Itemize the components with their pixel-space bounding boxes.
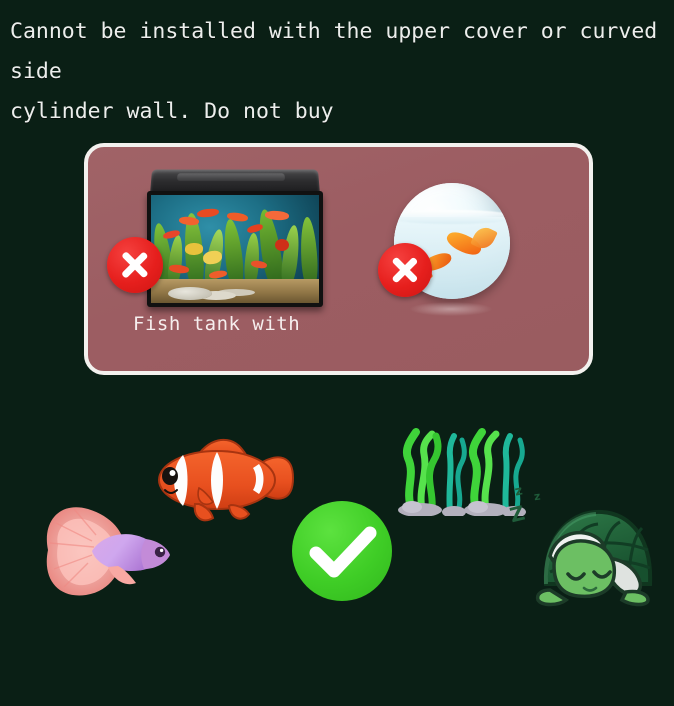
rectangular-aquarium-image	[145, 169, 325, 316]
panel-caption: Fish tank with	[133, 313, 301, 335]
page-title: Cannot be installed with the upper cover…	[10, 19, 658, 124]
green-check-icon	[292, 501, 392, 601]
red-x-icon	[378, 243, 432, 297]
sleeping-turtle-image	[516, 498, 664, 608]
aquarium-gravel	[151, 279, 319, 303]
bowl-water-surface	[394, 210, 510, 224]
bowl-reflection	[410, 302, 492, 316]
aquarium-water	[151, 195, 319, 303]
clownfish-image	[155, 432, 297, 524]
aquarium-glass-body	[147, 191, 323, 307]
incompatible-tanks-panel: Fish tank with	[84, 143, 593, 375]
product-info-image: Cannot be installed with the upper cover…	[0, 0, 674, 706]
red-x-icon	[107, 237, 163, 293]
approved-creatures-scene: z z Z	[0, 400, 674, 706]
